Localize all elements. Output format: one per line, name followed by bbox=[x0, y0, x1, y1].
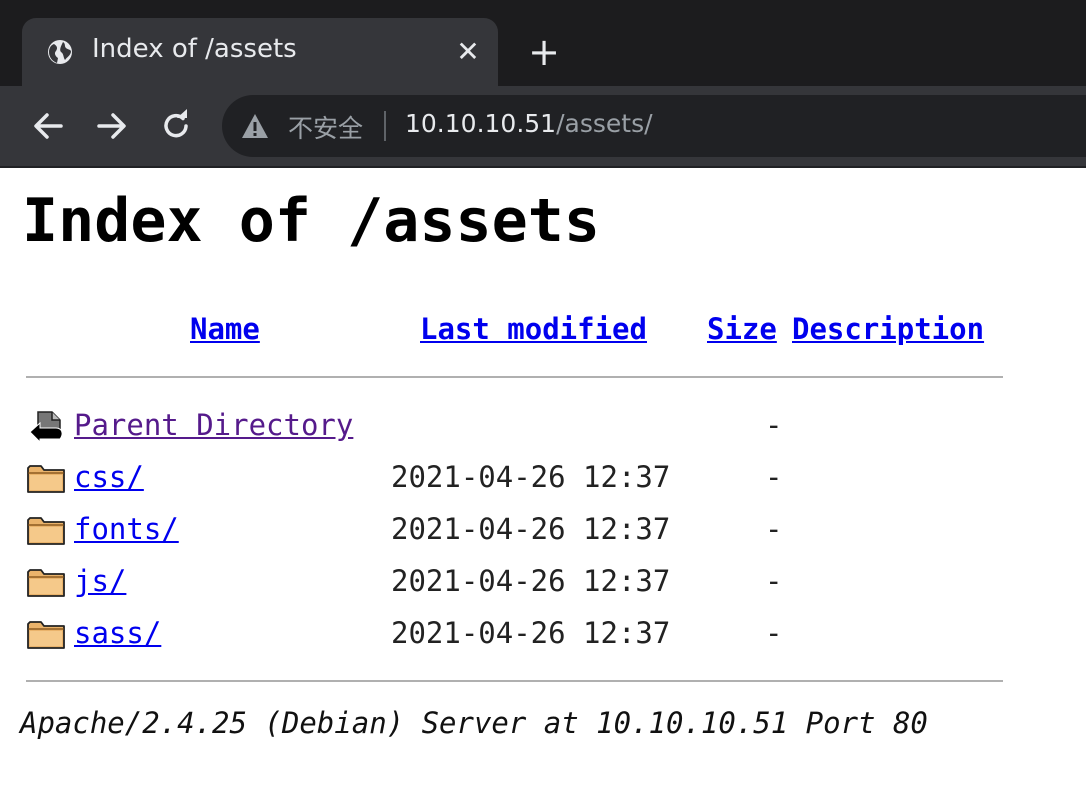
row-last-modified: 2021-04-26 12:37 bbox=[391, 460, 671, 494]
page-content: Index of /assets Name Last modified Size… bbox=[0, 168, 1086, 798]
directory-link[interactable]: js/ bbox=[74, 564, 126, 598]
url-text[interactable]: 10.10.10.51/assets/ bbox=[405, 109, 653, 138]
directory-link[interactable]: sass/ bbox=[74, 616, 161, 650]
directory-link[interactable]: css/ bbox=[74, 460, 144, 494]
row-size: - bbox=[765, 616, 783, 650]
parent-directory-link[interactable]: Parent Directory bbox=[74, 408, 353, 442]
footer-divider bbox=[26, 680, 1003, 682]
url-path: /assets/ bbox=[556, 109, 653, 138]
row-last-modified: 2021-04-26 12:37 bbox=[391, 616, 671, 650]
back-arrow-icon[interactable] bbox=[30, 108, 66, 144]
folder-icon bbox=[27, 621, 65, 649]
not-secure-label[interactable]: 不安全 bbox=[288, 109, 363, 145]
tab-title: Index of /assets bbox=[92, 34, 297, 64]
directory-link[interactable]: fonts/ bbox=[74, 512, 179, 546]
reload-icon[interactable] bbox=[158, 108, 194, 144]
row-last-modified: 2021-04-26 12:37 bbox=[391, 512, 671, 546]
table-row: sass/ 2021-04-26 12:37 - bbox=[0, 610, 1086, 660]
page-title: Index of /assets bbox=[22, 186, 600, 256]
row-last-modified: 2021-04-26 12:37 bbox=[391, 564, 671, 598]
column-header-last-modified[interactable]: Last modified bbox=[420, 312, 647, 346]
globe-icon bbox=[48, 40, 72, 64]
header-divider bbox=[26, 376, 1003, 378]
table-row: Parent Directory - bbox=[0, 402, 1086, 452]
folder-icon bbox=[27, 465, 65, 493]
warning-icon[interactable] bbox=[240, 111, 270, 141]
server-signature: Apache/2.4.25 (Debian) Server at 10.10.1… bbox=[20, 706, 928, 740]
table-row: js/ 2021-04-26 12:37 - bbox=[0, 558, 1086, 608]
table-row: css/ 2021-04-26 12:37 - bbox=[0, 454, 1086, 504]
forward-arrow-icon[interactable] bbox=[94, 108, 130, 144]
address-bar[interactable]: 不安全 10.10.10.51/assets/ bbox=[222, 95, 1086, 157]
column-header-description[interactable]: Description bbox=[792, 312, 984, 346]
column-header-size[interactable]: Size bbox=[707, 312, 777, 346]
new-tab-button[interactable]: + bbox=[528, 33, 560, 71]
browser-toolbar: 不安全 10.10.10.51/assets/ bbox=[0, 86, 1086, 168]
row-size: - bbox=[765, 408, 783, 442]
parent-directory-icon bbox=[29, 411, 63, 444]
tab-strip: Index of /assets ✕ + bbox=[0, 0, 1086, 86]
close-tab-icon[interactable]: ✕ bbox=[454, 38, 482, 66]
row-size: - bbox=[765, 460, 783, 494]
url-host: 10.10.10.51 bbox=[405, 109, 557, 138]
url-separator bbox=[384, 111, 386, 141]
table-row: fonts/ 2021-04-26 12:37 - bbox=[0, 506, 1086, 556]
row-size: - bbox=[765, 564, 783, 598]
row-size: - bbox=[765, 512, 783, 546]
column-header-name[interactable]: Name bbox=[190, 312, 260, 346]
browser-tab[interactable]: Index of /assets ✕ bbox=[22, 18, 498, 86]
folder-icon bbox=[27, 517, 65, 545]
folder-icon bbox=[27, 569, 65, 597]
